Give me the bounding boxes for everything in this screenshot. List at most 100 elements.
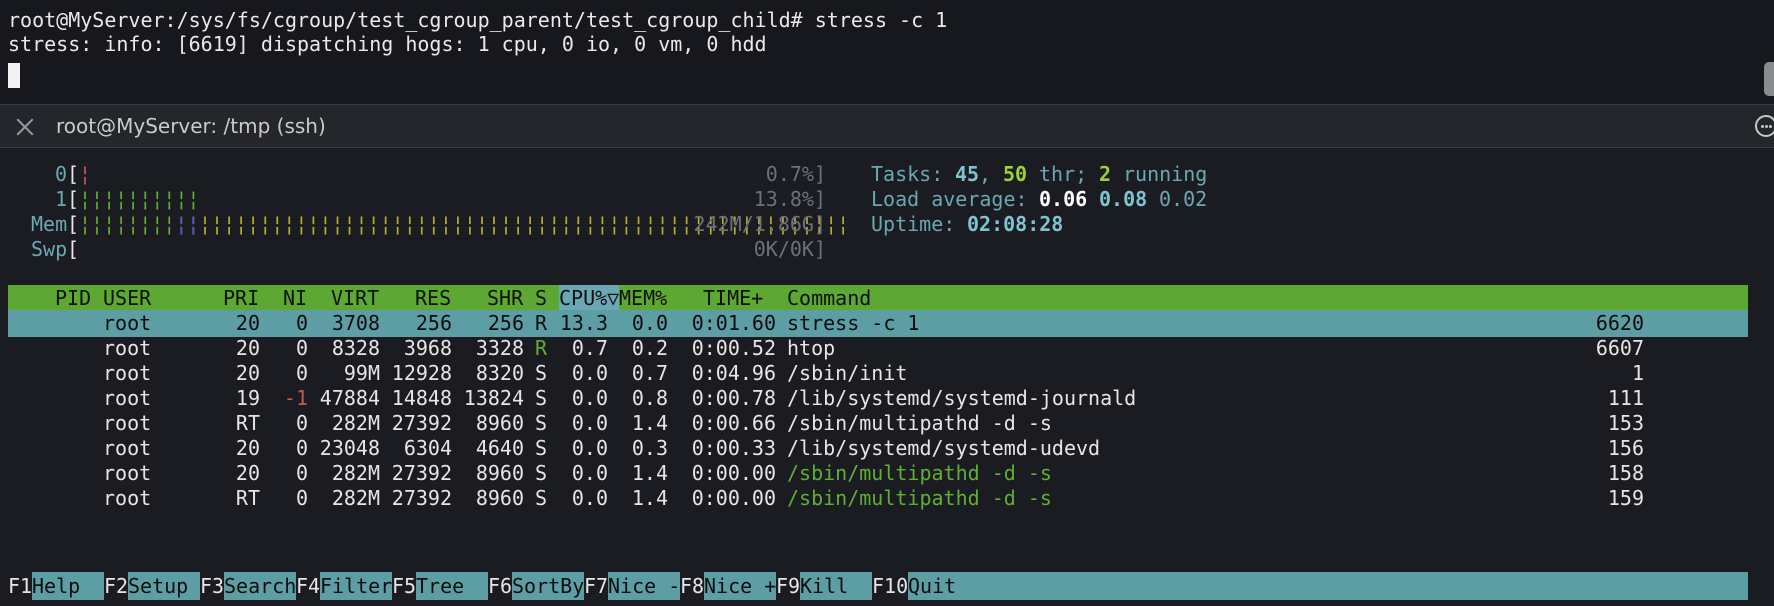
close-icon[interactable] (14, 116, 36, 138)
table-row[interactable]: 153 root RT 0 282M 27392 8960 S 0.0 1.4 0:00.66/sb… (0, 409, 1774, 437)
cell-virt: 23048 (319, 436, 380, 460)
cell-s: R (535, 311, 548, 335)
col-pid[interactable]: PID (55, 284, 91, 312)
cell-pri: 20 (235, 436, 260, 460)
fkey-f7[interactable]: F7 (584, 572, 608, 600)
cell-s: S (535, 436, 548, 460)
fkey-label-f7[interactable]: Nice - (608, 572, 681, 600)
scrollbar-thumb[interactable] (1764, 62, 1774, 96)
cell-cpu: 0.0 (571, 411, 608, 435)
cell-user: root (103, 411, 152, 435)
cell-virt: 99M (343, 361, 380, 385)
cell-res: 27392 (391, 411, 452, 435)
fkey-f10[interactable]: F10 (872, 572, 908, 600)
cell-mem: 0.7 (631, 361, 668, 385)
fkey-label-f5[interactable]: Tree (416, 572, 489, 600)
htop-pane[interactable]: 0 [ ¦ 0.7%] 1 [ ¦¦¦¦¦¦¦¦¦¦ 13.8%] Mem [ … (0, 148, 1774, 606)
col-cpu[interactable]: CPU%▽ (559, 284, 619, 312)
cell-s: R (535, 336, 548, 360)
col-pri[interactable]: PRI (223, 284, 259, 312)
cell-cpu: 0.0 (571, 486, 608, 510)
cell-mem: 0.0 (631, 311, 668, 335)
col-mem[interactable]: MEM% (619, 284, 667, 312)
fkey-f6[interactable]: F6 (488, 572, 512, 600)
table-row[interactable]: 1 root 20 0 99M 12928 8320 S 0.0 0.7 0:04.96/sbin/… (0, 359, 1774, 387)
fkey-f9[interactable]: F9 (776, 572, 800, 600)
cell-time: 0:01.60 (691, 311, 776, 335)
uptime-stat: Uptime: 02:08:28 (871, 212, 1064, 236)
cell-res: 27392 (391, 461, 452, 485)
col-ni[interactable]: NI (283, 284, 307, 312)
terminal-pane-top[interactable]: root@MyServer:/sys/fs/cgroup/test_cgroup… (0, 0, 1774, 104)
table-row[interactable]: 159 root RT 0 282M 27392 8960 S 0.0 1.4 0:00.00/sb… (0, 484, 1774, 512)
cell-res: 12928 (391, 361, 452, 385)
cell-pri: 20 (235, 311, 260, 335)
table-row[interactable]: 156 root 20 0 23048 6304 4640 S 0.0 0.3 0:00.33/li… (0, 434, 1774, 462)
fkey-f5[interactable]: F5 (392, 572, 416, 600)
cell-cmd: /lib/systemd/systemd-journald (787, 386, 1137, 410)
fkey-label-f3[interactable]: Search (224, 572, 297, 600)
cell-mem: 0.2 (631, 336, 668, 360)
cell-mem: 0.8 (631, 386, 668, 410)
function-key-bar[interactable]: F1 Help F2 Setup F3 Search F4 Filter F5 Tree F6… (0, 572, 1774, 600)
cell-user: root (103, 461, 152, 485)
cell-mem: 1.4 (631, 461, 668, 485)
cell-user: root (103, 486, 152, 510)
fkey-f1[interactable]: F1 (8, 572, 32, 600)
tab-title[interactable]: root@MyServer: /tmp (ssh) (56, 105, 326, 147)
swp-value: 0K/0K] (753, 237, 826, 261)
fkey-label-f9[interactable]: Kill (800, 572, 873, 600)
cell-ni: 0 (295, 311, 308, 335)
cell-time: 0:04.96 (691, 361, 776, 385)
cell-ni: -1 (283, 386, 308, 410)
ssh-tab-bar[interactable]: root@MyServer: /tmp (ssh) (0, 104, 1774, 148)
cell-res: 3968 (403, 336, 452, 360)
col-s[interactable]: S (535, 284, 547, 312)
fkey-label-f8[interactable]: Nice + (704, 572, 777, 600)
cell-time: 0:00.66 (691, 411, 776, 435)
cell-res: 14848 (391, 386, 452, 410)
col-command[interactable]: Command (787, 284, 871, 312)
fkey-f4[interactable]: F4 (296, 572, 320, 600)
col-user[interactable]: USER (103, 284, 151, 312)
fkey-label-f6[interactable]: SortBy (512, 572, 585, 600)
cell-ni: 0 (295, 361, 308, 385)
table-row[interactable]: 158 root 20 0 282M 27392 8960 S 0.0 1.4 0:00.00/sb… (0, 459, 1774, 487)
cell-s: S (535, 411, 548, 435)
cell-pid: 158 (1607, 461, 1644, 485)
cell-pri: 19 (235, 386, 260, 410)
fkey-label-f4[interactable]: Filter (320, 572, 393, 600)
table-row[interactable]: 6620 root 20 0 3708 256 256 R 13.3 0.0 0:01.60 stre… (0, 309, 1774, 337)
table-row[interactable]: 111 root 19 -1 47884 14848 13824 S 0.0 0.8 0:00.78… (0, 384, 1774, 412)
fkey-f3[interactable]: F3 (200, 572, 224, 600)
cell-pid: 1 (1631, 361, 1644, 385)
cell-s: S (535, 461, 548, 485)
cell-virt: 282M (331, 486, 380, 510)
col-virt[interactable]: VIRT (331, 284, 379, 312)
load-average-stat: Load average: 0.06 0.08 0.02 (871, 187, 1208, 211)
fkey-label-f2[interactable]: Setup (128, 572, 201, 600)
fkey-f2[interactable]: F2 (104, 572, 128, 600)
col-shr[interactable]: SHR (487, 284, 523, 312)
cell-cpu: 0.0 (571, 386, 608, 410)
fkey-label-f10[interactable]: Quit (908, 572, 1748, 600)
fkey-f8[interactable]: F8 (680, 572, 704, 600)
cell-res: 27392 (391, 486, 452, 510)
col-res[interactable]: RES (415, 284, 451, 312)
cell-cpu: 0.0 (571, 436, 608, 460)
cell-pri: RT (235, 411, 260, 435)
fkey-label-f1[interactable]: Help (32, 572, 105, 600)
more-options-icon[interactable] (1755, 115, 1774, 137)
cell-s: S (535, 486, 548, 510)
cell-pid: 156 (1607, 436, 1644, 460)
cell-ni: 0 (295, 486, 308, 510)
cell-time: 0:00.00 (691, 461, 776, 485)
cell-shr: 256 (487, 311, 524, 335)
cell-cpu: 0.7 (571, 336, 608, 360)
cell-pri: 20 (235, 461, 260, 485)
cell-pid: 6620 (1595, 311, 1644, 335)
process-table-header-labels[interactable]: PID USER PRI NI VIRT RES SHR S CPU%▽ MEM… (0, 284, 1774, 312)
cell-pid: 153 (1607, 411, 1644, 435)
col-time[interactable]: TIME+ (703, 284, 763, 312)
table-row[interactable]: 6607 root 20 0 8328 3968 3328 R 0.7 0.2 0:00.52 hto… (0, 334, 1774, 362)
